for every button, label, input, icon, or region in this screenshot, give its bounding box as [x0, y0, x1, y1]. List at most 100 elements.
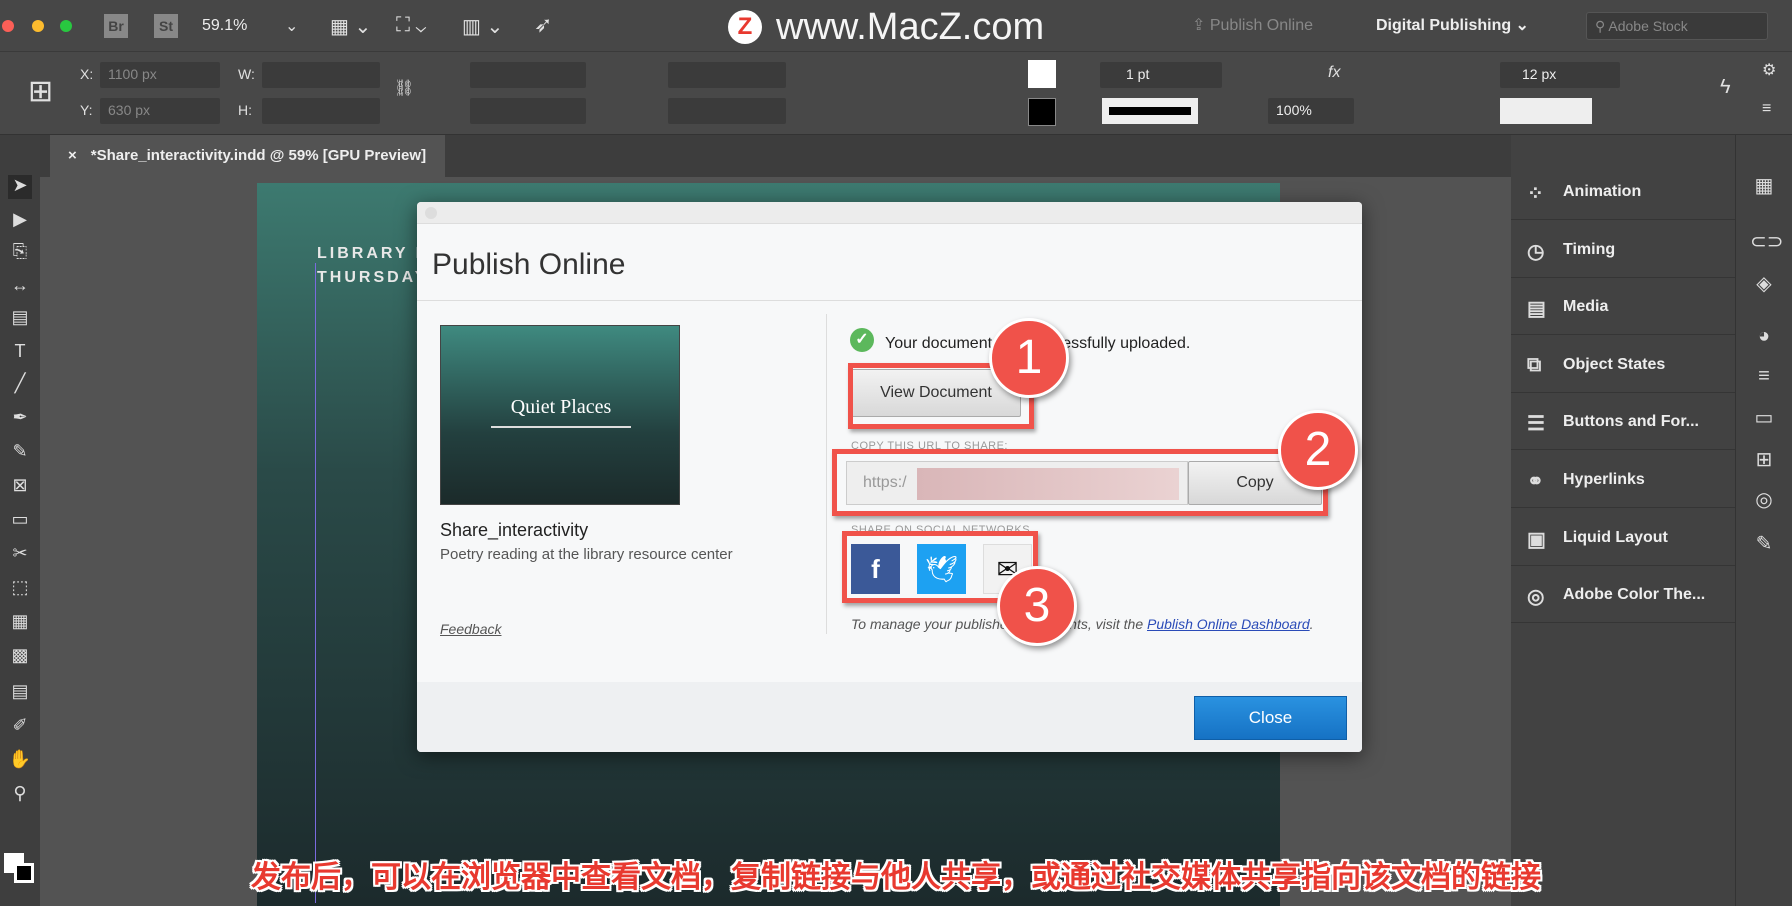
panel-item-media[interactable]: ▤ Media — [1511, 278, 1735, 336]
panel-icon-strip: ▦ ⊂⊃ ◈ ◕ ≡ ▭ ⊞ ◎ ✎ — [1735, 135, 1792, 906]
view-options-icon[interactable]: ▦ ⌄ — [330, 14, 371, 39]
note-tool-icon[interactable]: ▤ — [8, 681, 32, 705]
dialog-footer: Close — [417, 682, 1362, 752]
shear-field[interactable] — [668, 98, 786, 124]
panel-item-adobe-color-the[interactable]: ◎ Adobe Color The... — [1511, 566, 1735, 624]
workspace-switcher[interactable]: Digital Publishing ⌄ — [1376, 15, 1529, 35]
spacing-field[interactable]: 12 px — [1500, 62, 1620, 88]
color-icon[interactable]: ◎ — [1750, 487, 1778, 515]
hand-tool-icon[interactable]: ✋ — [8, 749, 32, 773]
watermark-logo: Z — [728, 10, 762, 44]
dialog-title: Publish Online — [432, 248, 626, 281]
stock-button[interactable]: St — [154, 14, 178, 38]
annotation-badge-3: 3 — [997, 566, 1077, 646]
panel-item-label: Buttons and For... — [1563, 413, 1699, 431]
panel-item-timing[interactable]: ◷ Timing — [1511, 221, 1735, 278]
panel-item-hyperlinks[interactable]: ⚭ Hyperlinks — [1511, 451, 1735, 508]
close-window-button[interactable] — [2, 20, 14, 32]
edit-icon[interactable]: ✎ — [1750, 531, 1778, 559]
pencil-tool-icon[interactable]: ✎ — [8, 441, 32, 465]
free-transform-tool-icon[interactable]: ⬚ — [8, 577, 32, 601]
animation-icon: ⁘ — [1527, 183, 1544, 205]
close-dialog-dot[interactable] — [425, 207, 437, 219]
stroke-weight-field[interactable]: 1 pt — [1100, 62, 1222, 88]
scale-y-field[interactable] — [470, 98, 586, 124]
menu-icon[interactable]: ≡ — [1762, 100, 1771, 118]
divider — [417, 300, 1362, 301]
selection-tool-icon[interactable]: ➤ — [8, 175, 32, 199]
pen-tool-icon[interactable]: ✒ — [8, 407, 32, 431]
object-states-icon: ⧉ — [1527, 353, 1542, 376]
type-tool-icon[interactable]: T — [8, 341, 32, 365]
constrain-proportions-icon[interactable]: ⛓ — [394, 78, 414, 98]
y-field[interactable]: 630 px — [100, 98, 220, 124]
margin-guide — [315, 263, 316, 903]
scale-x-field[interactable] — [470, 62, 586, 88]
panel-item-buttons-and-for[interactable]: ☰ Buttons and For... — [1511, 393, 1735, 451]
frame-style-select[interactable] — [1500, 98, 1592, 124]
screen-mode-icon[interactable]: ⛶ ⌄ — [396, 14, 426, 37]
reference-point-icon[interactable]: ⊞ — [28, 74, 53, 109]
eyedropper-tool-icon[interactable]: ✐ — [8, 715, 32, 739]
stroke-type-select[interactable] — [1102, 98, 1198, 124]
feedback-link[interactable]: Feedback — [440, 621, 501, 637]
close-button[interactable]: Close — [1194, 696, 1347, 740]
cc-libraries-icon[interactable]: ⊞ — [1750, 447, 1778, 475]
x-field[interactable]: 1100 px — [100, 62, 220, 88]
arrange-documents-icon[interactable]: ▥ ⌄ — [462, 14, 503, 39]
close-tab-icon[interactable]: × — [68, 147, 77, 164]
bridge-button[interactable]: Br — [104, 14, 128, 38]
tools-panel: ➤ ▶ ⎘ ↔ ▤ T ╱ ✒ ✎ ⊠ ▭ ✂ ⬚ ▦ ▩ ▤ ✐ ✋ ⚲ — [0, 135, 40, 906]
scissors-tool-icon[interactable]: ✂ — [8, 543, 32, 567]
publish-online-button[interactable]: ⇪ Publish Online — [1192, 15, 1313, 35]
h-label: H: — [238, 102, 252, 118]
maximize-window-button[interactable] — [60, 20, 72, 32]
h-field[interactable] — [262, 98, 380, 124]
zoom-tool-icon[interactable]: ⚲ — [8, 783, 32, 807]
hyperlinks-icon: ⚭ — [1527, 471, 1544, 493]
line-tool-icon[interactable]: ╱ — [8, 373, 32, 397]
rectangle-frame-tool-icon[interactable]: ⊠ — [8, 475, 32, 499]
swatches-icon[interactable]: ◕ — [1750, 325, 1778, 353]
links-icon[interactable]: ⊂⊃ — [1750, 229, 1784, 257]
gap-tool-icon[interactable]: ↔ — [8, 275, 32, 299]
document-description: Poetry reading at the library resource c… — [440, 546, 733, 563]
panel-item-label: Object States — [1563, 355, 1666, 373]
gradient-icon[interactable]: ▭ — [1750, 405, 1778, 433]
rectangle-tool-icon[interactable]: ▭ — [8, 509, 32, 533]
stroke-icon[interactable]: ≡ — [1750, 365, 1778, 393]
rotate-field[interactable] — [668, 62, 786, 88]
page-tool-icon[interactable]: ⎘ — [8, 241, 32, 265]
stroke-swatch[interactable] — [1028, 98, 1056, 126]
w-field[interactable] — [262, 62, 380, 88]
direct-selection-tool-icon[interactable]: ▶ — [8, 209, 32, 233]
panel-item-animation[interactable]: ⁘ Animation — [1511, 163, 1735, 220]
watermark: www.MacZ.com — [776, 6, 1045, 48]
rocket-icon[interactable]: ➶ — [534, 12, 552, 38]
adobe-color-icon: ◎ — [1527, 586, 1545, 609]
adobe-stock-search[interactable]: ⚲ Adobe Stock — [1586, 12, 1768, 40]
minimize-window-button[interactable] — [32, 20, 44, 32]
panel-item-label: Hyperlinks — [1563, 471, 1645, 488]
fx-icon[interactable]: fx — [1328, 64, 1340, 82]
gradient-feather-tool-icon[interactable]: ▩ — [8, 645, 32, 669]
chevron-down-icon[interactable]: ⌄ — [285, 16, 298, 36]
gradient-tool-icon[interactable]: ▦ — [8, 611, 32, 635]
layers-icon[interactable]: ◈ — [1750, 271, 1778, 299]
content-collector-icon[interactable]: ▤ — [8, 307, 32, 331]
quick-apply-icon[interactable]: ϟ — [1720, 76, 1731, 99]
pages-icon[interactable]: ▦ — [1750, 173, 1778, 201]
annotation-badge-2: 2 — [1278, 410, 1358, 490]
thumbnail-rule — [491, 426, 631, 428]
dashboard-link[interactable]: Publish Online Dashboard — [1147, 616, 1310, 632]
panel-item-liquid-layout[interactable]: ▣ Liquid Layout — [1511, 509, 1735, 566]
opacity-field[interactable]: 100% — [1268, 98, 1354, 124]
panel-item-label: Media — [1563, 298, 1609, 316]
document-tab[interactable]: × *Share_interactivity.indd @ 59% [GPU Pr… — [50, 135, 445, 177]
panel-item-label: Liquid Layout — [1563, 528, 1668, 546]
document-tab-bar: × *Share_interactivity.indd @ 59% [GPU Pr… — [40, 135, 1511, 177]
fill-swatch[interactable] — [1028, 60, 1056, 88]
gear-icon[interactable]: ⚙ — [1762, 60, 1776, 80]
zoom-level[interactable]: 59.1% — [202, 17, 247, 35]
panel-item-object-states[interactable]: ⧉ Object States — [1511, 336, 1735, 393]
